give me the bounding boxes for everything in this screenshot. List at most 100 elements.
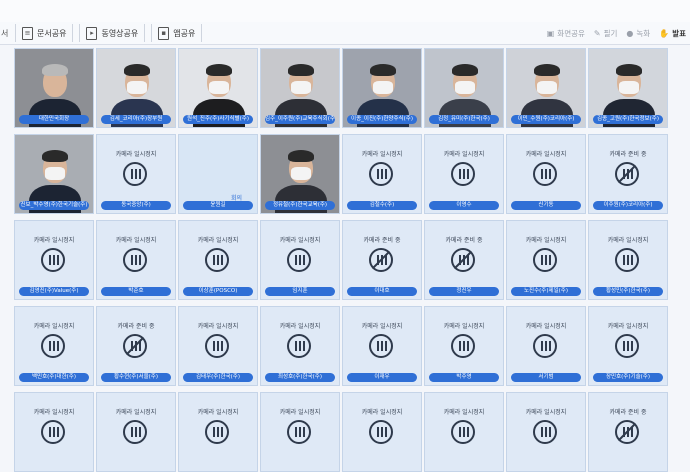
face-mask — [537, 81, 557, 94]
mic-level-bar — [299, 427, 301, 437]
participant-tile[interactable]: 카메라 준비 중 — [588, 392, 668, 472]
raise-hand-button[interactable]: ✋ 발표 — [659, 28, 686, 39]
participant-tile[interactable]: 카메라 일시정지 박주영 — [424, 306, 504, 386]
mic-muted-icon — [123, 334, 147, 358]
participant-name: 황성민(주)한국(주) — [593, 287, 663, 296]
toolbar-edge-label: 서 — [1, 28, 9, 38]
mic-level-bar — [467, 169, 469, 179]
app-share-button[interactable]: ▪ 앱공유 — [151, 24, 203, 42]
participant-tile[interactable]: 김정_유미(주)한국(주) — [424, 48, 504, 128]
camera-status: 카메라 준비 중 — [117, 323, 155, 330]
participant-tile[interactable]: 카메라 준비 중 이대호 — [342, 220, 422, 300]
participant-tile[interactable]: 카메라 일시정지 — [178, 392, 258, 472]
participant-tile[interactable]: 김주_이주원(주)교육주식회(주) — [260, 48, 340, 128]
camera-status: 카메라 일시정지 — [279, 237, 321, 244]
participant-tile[interactable]: 카메라 준비 중이주원(주)코리아(주) — [588, 134, 668, 214]
participant-name: 황수현(주)서울(주) — [101, 373, 171, 382]
participant-tile[interactable]: 카메라 일시정지 — [342, 392, 422, 472]
video-share-button[interactable]: ▸ 동영상공유 — [79, 24, 146, 42]
participant-name: 윤원길 — [183, 201, 253, 210]
mic-level-bar — [541, 255, 543, 265]
mic-level-bar — [57, 341, 59, 351]
mic-icon — [533, 162, 557, 186]
participant-tile[interactable]: 카메라 일시정지 이영수 — [424, 134, 504, 214]
camera-status: 카메라 준비 중 — [609, 151, 647, 158]
mic-level-bar — [381, 169, 383, 179]
doc-share-label: 문서공유 — [37, 28, 67, 38]
mic-icon — [287, 248, 311, 272]
participant-tile[interactable]: 카메라 일시정지 신기동 — [506, 134, 586, 214]
participant-tile[interactable]: 카메라 일시정지 김태우(주)한국(주) — [178, 306, 258, 386]
participant-tile[interactable]: 정유철(주)한국교육(주) — [260, 134, 340, 214]
participant-tile[interactable]: 카메라 일시정지 — [260, 392, 340, 472]
app-share-label: 앱공유 — [173, 28, 196, 38]
camera-status: 카메라 일시정지 — [279, 409, 321, 416]
mic-level-bar — [213, 427, 215, 437]
participant-tile[interactable]: 김종_고원(주)한국정보(주) — [588, 48, 668, 128]
mic-icon — [287, 334, 311, 358]
mic-level-bar — [295, 427, 297, 437]
mic-level-bar — [459, 427, 461, 437]
mic-level-bar — [541, 169, 543, 179]
participant-name: 이상훈(POSCO) — [183, 287, 253, 296]
record-button[interactable]: ● 녹화 — [626, 28, 650, 39]
mic-level-bar — [385, 341, 387, 351]
participant-tile[interactable]: 카메라 일시정지 노진수(주)제일(주) — [506, 220, 586, 300]
participant-tile[interactable]: 카메라 일시정지 동국중앙(주) — [96, 134, 176, 214]
participant-name: 서기범 — [511, 373, 581, 382]
participant-tile[interactable]: 카메라 준비 중 정진우 — [424, 220, 504, 300]
mic-level-bar — [631, 341, 633, 351]
participant-tile[interactable]: 카메라 일시정지 황성민(주)한국(주) — [588, 220, 668, 300]
mic-icon — [205, 420, 229, 444]
face-mask — [127, 81, 147, 94]
participant-name: 박주영 — [429, 373, 499, 382]
participant-tile[interactable]: 카메라 일시정지 — [506, 392, 586, 472]
doc-share-button[interactable]: ≡ 문서공유 — [15, 24, 74, 42]
participant-tile[interactable]: 원석_진주(주)사기식별(주) — [178, 48, 258, 128]
mic-level-bar — [53, 427, 55, 437]
participant-tile[interactable]: 진보_박수영(주)한국기술(주) — [14, 134, 94, 214]
mic-level-bar — [135, 427, 137, 437]
participant-name: 장민호(주)기술(주) — [593, 373, 663, 382]
person-hair — [206, 64, 232, 76]
participant-tile[interactable]: 이민_수원(주)코리아(주) — [506, 48, 586, 128]
participant-name: 이대호 — [347, 287, 417, 296]
participant-tile[interactable]: 카메라 일시정지 — [424, 392, 504, 472]
participant-tile[interactable]: 카메라 일시정지 서기범 — [506, 306, 586, 386]
participant-tile[interactable]: 이종_이진(주)한양주식(주) — [342, 48, 422, 128]
camera-status: 카메라 일시정지 — [525, 237, 567, 244]
participant-tile[interactable]: 카메라 일시정지 백민호(주)대한(주) — [14, 306, 94, 386]
participant-tile[interactable]: 카메라 준비 중황수현(주)서울(주) — [96, 306, 176, 386]
participant-tile[interactable]: 카메라 일시정지 — [14, 392, 94, 472]
participant-name: 최성호(주)한국(주) — [265, 373, 335, 382]
participant-tile[interactable]: 카메라 일시정지 — [96, 392, 176, 472]
participant-name: 김주_이주원(주)교육주식회(주) — [265, 115, 335, 124]
mic-muted-icon — [615, 420, 639, 444]
pen-button[interactable]: ✎ 필기 — [594, 28, 618, 39]
participant-tile[interactable]: 대한민국회장 — [14, 48, 94, 128]
camera-status: 카메라 일시정지 — [33, 409, 75, 416]
participant-tile[interactable]: 카메라 일시정지 이상훈(POSCO) — [178, 220, 258, 300]
screen-share-button[interactable]: ▣ 화면공유 — [547, 28, 585, 39]
participant-tile[interactable]: 카메라 일시정지 김영진(주)Value(주) — [14, 220, 94, 300]
camera-status: 카메라 일시정지 — [115, 409, 157, 416]
raise-hand-icon: ✋ — [659, 28, 670, 38]
participant-tile[interactable]: 카메라 일시정지 장민호(주)기술(주) — [588, 306, 668, 386]
participant-tile[interactable]: 김세_코리아(주)장부원 — [96, 48, 176, 128]
mic-icon — [369, 334, 393, 358]
person-hair — [288, 150, 314, 162]
participant-tile[interactable]: 회의 윤원길 — [178, 134, 258, 214]
participant-tile[interactable]: 카메라 일시정지 임지훈 — [260, 220, 340, 300]
mic-level-bar — [545, 427, 547, 437]
participant-tile[interactable]: 카메라 일시정지 박준호 — [96, 220, 176, 300]
participant-name: 이주원(주)코리아(주) — [593, 201, 663, 210]
face-mask — [373, 81, 393, 94]
face-mask — [291, 167, 311, 180]
face-mask — [209, 81, 229, 94]
participant-tile[interactable]: 카메라 일시정지 이재우 — [342, 306, 422, 386]
participant-tile[interactable]: 카메라 일시정지 김철수(주) — [342, 134, 422, 214]
pen-icon: ✎ — [593, 28, 601, 38]
participant-tile[interactable]: 카메라 일시정지 최성호(주)한국(주) — [260, 306, 340, 386]
mic-icon — [533, 248, 557, 272]
pen-label: 필기 — [603, 28, 618, 38]
